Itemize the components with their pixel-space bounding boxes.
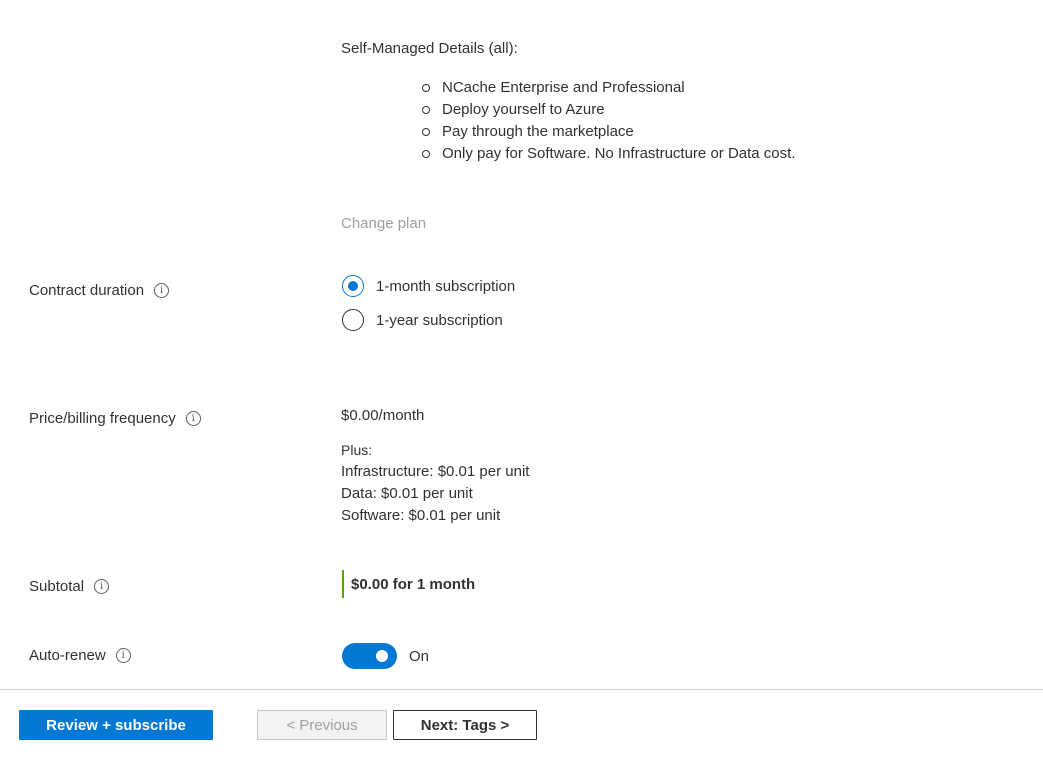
- details-list-item: Deploy yourself to Azure: [422, 99, 795, 121]
- change-plan-link[interactable]: Change plan: [341, 215, 426, 232]
- radio-1-month[interactable]: 1-month subscription: [342, 275, 515, 297]
- auto-renew-toggle-row: On: [342, 643, 429, 669]
- review-subscribe-button[interactable]: Review + subscribe: [19, 710, 213, 740]
- bullet-icon: [422, 106, 430, 114]
- subscription-form: Self-Managed Details (all): NCache Enter…: [0, 0, 1043, 757]
- price-details: Plus: Infrastructure: $0.01 per unit Dat…: [341, 439, 529, 527]
- radio-1-year[interactable]: 1-year subscription: [342, 309, 503, 331]
- price-line: Software: $0.01 per unit: [341, 507, 501, 524]
- details-list: NCache Enterprise and Professional Deplo…: [422, 77, 795, 165]
- subtotal-value: $0.00 for 1 month: [342, 570, 475, 598]
- contract-duration-label: Contract duration i: [29, 282, 170, 299]
- bullet-icon: [422, 150, 430, 158]
- price-billing-label: Price/billing frequency i: [29, 410, 201, 427]
- price-main: $0.00/month: [341, 407, 425, 424]
- details-list-item: Pay through the marketplace: [422, 121, 795, 143]
- toggle-knob: [376, 650, 388, 662]
- info-icon[interactable]: i: [115, 648, 131, 663]
- radio-button[interactable]: [342, 309, 364, 331]
- price-plus-label: Plus:: [341, 442, 373, 458]
- previous-button[interactable]: < Previous: [257, 710, 387, 740]
- price-line: Infrastructure: $0.01 per unit: [341, 463, 530, 480]
- footer-divider: [0, 689, 1043, 690]
- bullet-icon: [422, 128, 430, 136]
- info-icon[interactable]: i: [94, 579, 110, 594]
- radio-button-checked[interactable]: [342, 275, 364, 297]
- auto-renew-state: On: [409, 647, 430, 665]
- next-tags-button[interactable]: Next: Tags >: [393, 710, 537, 740]
- info-icon[interactable]: i: [185, 411, 201, 426]
- details-list-item: Only pay for Software. No Infrastructure…: [422, 143, 795, 165]
- bullet-icon: [422, 84, 430, 92]
- info-icon[interactable]: i: [154, 283, 170, 298]
- details-list-item: NCache Enterprise and Professional: [422, 77, 795, 99]
- details-title: Self-Managed Details (all):: [341, 40, 518, 57]
- price-line: Data: $0.01 per unit: [341, 485, 473, 502]
- auto-renew-label: Auto-renew i: [29, 647, 131, 664]
- auto-renew-toggle[interactable]: [342, 643, 397, 669]
- subtotal-label: Subtotal i: [29, 578, 110, 595]
